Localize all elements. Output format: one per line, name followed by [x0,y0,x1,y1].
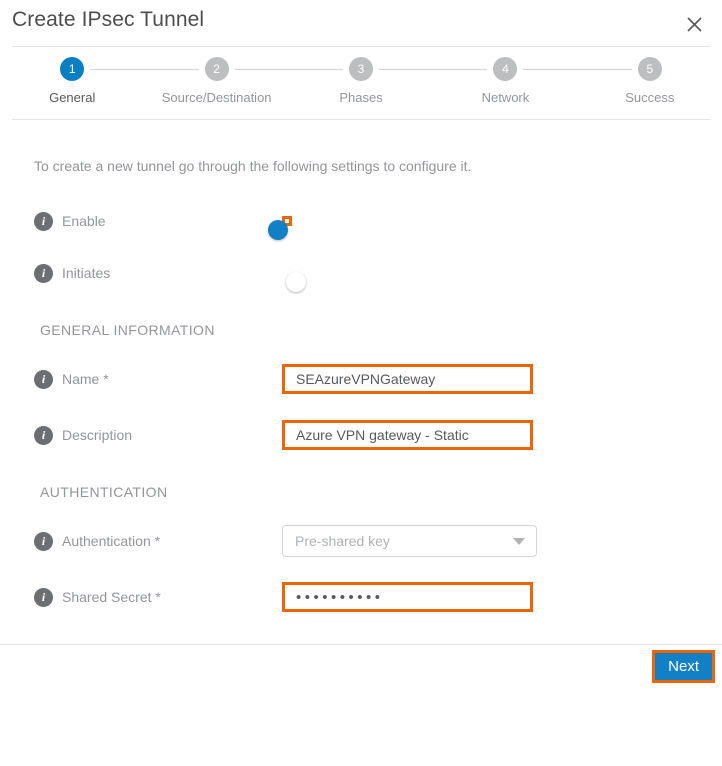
label-cell: i Initiates [34,263,282,283]
field-label-name: Name * [62,371,109,387]
stepper-label: Source/Destination [161,90,272,105]
stepper-step-general[interactable]: 1 General [0,47,199,105]
stepper-step-success[interactable]: 5 Success [578,47,722,105]
stepper-step-network[interactable]: 4 Network [433,47,632,105]
form-row-shared-secret: i Shared Secret * •••••••••• [34,582,710,612]
form-row-enable: i Enable [34,206,710,240]
stepper-connector [379,69,488,70]
info-icon[interactable]: i [34,369,53,389]
dialog-body: To create a new tunnel go through the fo… [0,120,722,687]
label-cell: i Description [34,425,282,445]
form-row-description: i Description Azure VPN gateway - Static [34,420,710,450]
stepper-connector [90,69,199,70]
name-input[interactable]: SEAzureVPNGateway [282,364,533,394]
info-icon[interactable]: i [34,587,53,607]
stepper-step-phases[interactable]: 3 Phases [289,47,488,105]
shared-secret-input-value: •••••••••• [296,588,384,606]
section-title-general-information: GENERAL INFORMATION [40,322,215,338]
shared-secret-input[interactable]: •••••••••• [282,582,533,612]
intro-text: To create a new tunnel go through the fo… [34,158,472,174]
name-input-value: SEAzureVPNGateway [296,371,436,387]
stepper-step-source-destination[interactable]: 2 Source/Destination [144,47,344,105]
footer-inner: Next [0,645,722,688]
field-label-authentication: Authentication * [62,533,161,549]
page-title: Create IPsec Tunnel [12,8,205,31]
stepper-label: Phases [339,90,383,105]
close-button[interactable] [680,10,708,38]
stepper-label: Success [625,90,675,105]
highlight-box-enable [268,216,292,240]
authentication-select-value: Pre-shared key [295,533,390,549]
wizard-stepper: 1 General 2 Source/Destination 3 Phases … [0,47,722,119]
general-form: i Enable i Initiates GENERAL INFORMATION… [12,174,710,612]
stepper-number: 5 [637,57,662,81]
field-label-shared-secret: Shared Secret * [62,589,161,605]
highlight-box-next: Next [652,650,715,683]
info-icon[interactable]: i [34,425,53,445]
stepper-number: 1 [60,57,85,81]
toggle-spacer [282,268,306,292]
label-cell: i Shared Secret * [34,587,282,607]
field-label-description: Description [62,427,133,443]
control-cell [282,268,306,292]
form-row-authentication: i Authentication * Pre-shared key [34,525,710,557]
info-icon[interactable]: i [34,263,53,283]
dialog-footer: Next [0,644,722,687]
stepper-number: 3 [349,57,374,81]
toggle-knob [268,220,288,240]
description-input-value: Azure VPN gateway - Static [296,427,469,443]
toggle-knob [286,272,306,292]
next-button[interactable]: Next [655,653,712,680]
label-cell: i Authentication * [34,531,282,551]
form-row-initiates: i Initiates [34,258,710,292]
field-label-enable: Enable [62,213,106,229]
stepper-number: 2 [204,57,229,81]
stepper-label: Network [481,90,530,105]
stepper-label: General [49,90,96,105]
stepper-number: 4 [493,57,518,81]
info-icon[interactable]: i [34,211,53,231]
section-title-authentication: AUTHENTICATION [40,484,168,500]
dialog-header: Create IPsec Tunnel [0,0,722,46]
form-row-name: i Name * SEAzureVPNGateway [34,364,710,394]
description-input[interactable]: Azure VPN gateway - Static [282,420,533,450]
control-cell: •••••••••• [282,582,533,612]
label-cell: i Name * [34,369,282,389]
stepper-connector [523,69,632,70]
info-icon[interactable]: i [34,531,53,551]
control-cell: Pre-shared key [282,525,537,557]
control-cell: Azure VPN gateway - Static [282,420,533,450]
control-cell [268,216,292,240]
label-cell: i Enable [34,211,282,231]
field-label-initiates: Initiates [62,265,111,281]
authentication-select[interactable]: Pre-shared key [282,525,537,557]
stepper-connector [234,69,344,70]
chevron-down-icon [513,537,525,545]
control-cell: SEAzureVPNGateway [282,364,533,394]
close-icon [686,16,703,33]
